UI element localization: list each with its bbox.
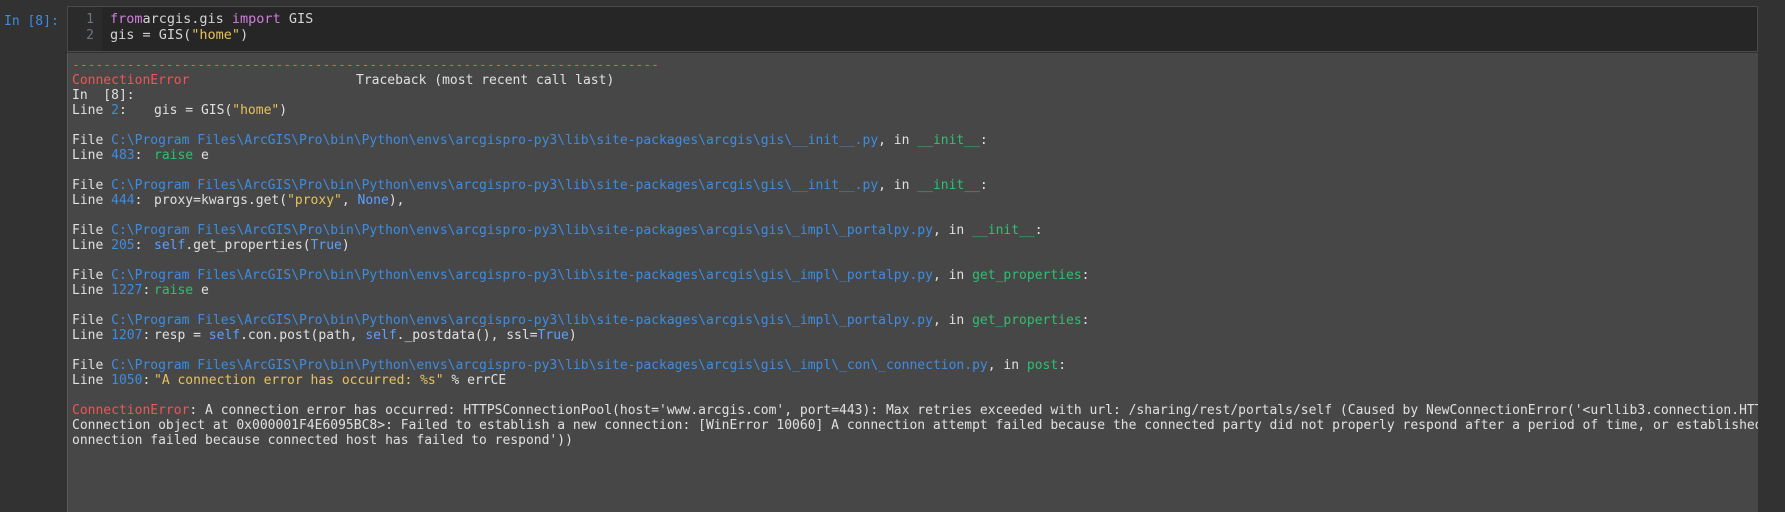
traceback-header: Traceback (most recent call last) [356,73,615,88]
frame-line-number: 1227 [111,283,143,298]
final-error-name: ConnectionError [72,403,190,418]
frame-file-path: C:\Program Files\ArcGIS\Pro\bin\Python\e… [111,358,988,373]
frame-code: "A connection error has occurred: %s" % … [154,373,507,388]
first-frame-line: Line 2: gis = GIS("home") [72,103,288,118]
error-name: ConnectionError [72,73,190,88]
notebook-cell: In [8]: 12 fromarcgis.gis import GIS gis … [0,0,1785,512]
frame-file-path: C:\Program Files\ArcGIS\Pro\bin\Python\e… [111,313,933,328]
code-line[interactable]: gis = GIS("home") [110,27,248,43]
traceback-output: ----------------------------------------… [67,53,1758,512]
frame-file-path: C:\Program Files\ArcGIS\Pro\bin\Python\e… [111,178,879,193]
line-number: 1 [86,12,94,27]
frame-code-line: Line 1207: resp = self.con.post(path, sel… [72,328,577,343]
frame-line-number: 1050 [111,373,143,388]
frame-line-number: 205 [111,238,135,253]
frame-code: raise e [154,148,209,163]
frame-code: self.get_properties(True) [154,238,350,253]
frame-file-line: File C:\Program Files\ArcGIS\Pro\bin\Pyt… [72,268,1090,283]
frame-code-line: Line 483: raise e [72,148,209,163]
line-number: 2 [86,28,94,43]
frame-function: __init__ [972,223,1035,238]
frame-code: proxy=kwargs.get("proxy", None), [154,193,405,208]
frame-file-path: C:\Program Files\ArcGIS\Pro\bin\Python\e… [111,268,933,283]
frame-function: __init__ [917,178,980,193]
frame-code: raise e [154,283,209,298]
frame-file-path: C:\Program Files\ArcGIS\Pro\bin\Python\e… [111,223,933,238]
frame-file-line: File C:\Program Files\ArcGIS\Pro\bin\Pyt… [72,133,988,148]
frame-code-line: Line 1050: "A connection error has occurr… [72,373,507,388]
frame-function: get_properties [972,313,1082,328]
cell-prompt: In [8]: [4,14,59,29]
frame-code: resp = self.con.post(path, self._postdat… [154,328,577,343]
frame-line-number: 444 [111,193,135,208]
final-error-line: onnection failed because connected host … [72,433,573,448]
code-editor[interactable]: 12 fromarcgis.gis import GIS gis = GIS("h… [67,6,1758,52]
frame-code-line: Line 1227: raise e [72,283,209,298]
frame-line-number: 1207 [111,328,143,343]
frame-function: __init__ [917,133,980,148]
frame-function: get_properties [972,268,1082,283]
code-line[interactable]: fromarcgis.gis import GIS [110,11,313,27]
frame-code-line: Line 444: proxy=kwargs.get("proxy", None)… [72,193,405,208]
frame-file-path: C:\Program Files\ArcGIS\Pro\bin\Python\e… [111,133,879,148]
line-label: Line 2: [72,103,127,118]
frame-line-number: 483 [111,148,135,163]
line-number-gutter: 12 [68,7,102,51]
frame-code-line: Line 205: self.get_properties(True) [72,238,350,253]
frame-function: post [1026,358,1059,373]
